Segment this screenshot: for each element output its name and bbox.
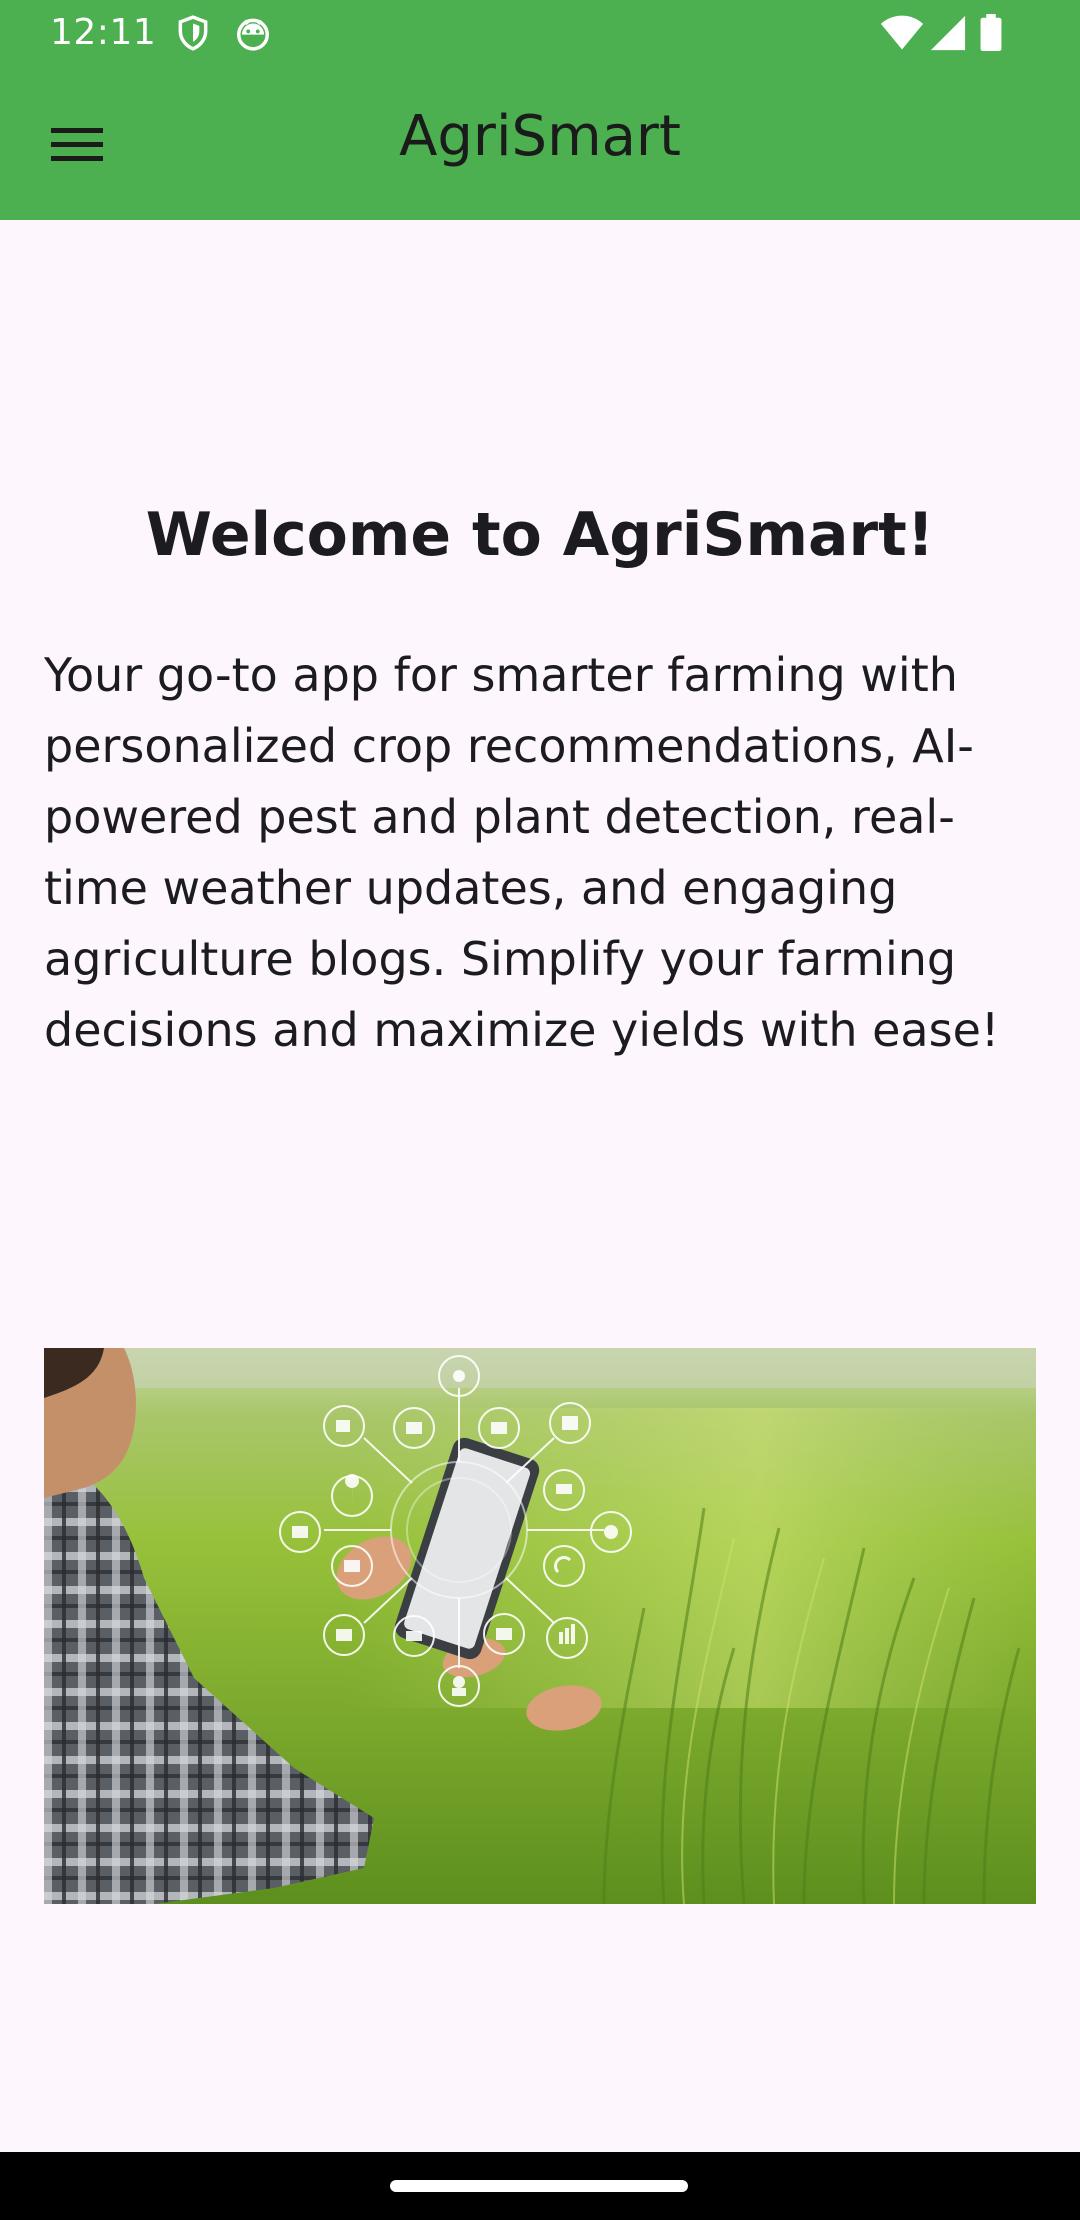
- welcome-heading: Welcome to AgriSmart!: [145, 500, 935, 570]
- app-bar: AgriSmart: [0, 66, 1080, 220]
- home-indicator[interactable]: [390, 2180, 688, 2192]
- status-time: 12:11: [50, 12, 157, 53]
- app-description: Your go-to app for smarter farming with …: [44, 648, 1000, 1057]
- wifi-icon: [880, 14, 924, 52]
- app-screen: 12:11 AgriSmart Welcome to AgriSmart! Yo…: [0, 0, 1080, 2220]
- status-bar: 12:11: [0, 0, 1080, 66]
- battery-icon: [978, 14, 1004, 52]
- app-title: AgriSmart: [399, 104, 681, 169]
- hero-image-farmer-with-phone: [44, 1348, 1036, 1904]
- shield-icon: [174, 14, 212, 52]
- signal-icon: [928, 14, 968, 52]
- android-icon: [234, 14, 272, 52]
